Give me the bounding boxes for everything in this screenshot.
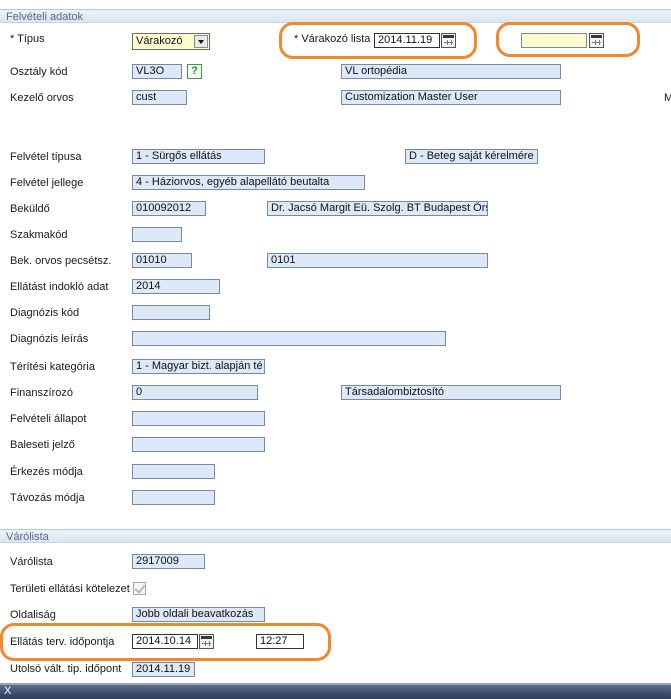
baleseti-jelzo-label: Baleseti jelző — [10, 439, 75, 451]
bek-orvos-name-field[interactable]: 0101 — [267, 253, 488, 268]
kezelo-orvos-code-field[interactable]: cust — [132, 90, 187, 105]
felvetel-tipusa-label: Felvétel típusa — [10, 151, 82, 163]
highlight-ellatas-terv — [0, 623, 331, 661]
utolso-valt-field[interactable]: 2014.11.19 — [132, 662, 195, 677]
felveteli-allapot-field[interactable] — [132, 411, 265, 426]
diagnozis-leiras-field[interactable] — [132, 331, 446, 346]
felvetel-jellege-label: Felvétel jellege — [10, 177, 84, 189]
teritesi-kategoria-label: Térítési kategória — [10, 361, 95, 373]
felveteli-allapot-label: Felvételi állapot — [10, 413, 87, 425]
bekuldo-code-field[interactable]: 010092012 — [132, 201, 206, 216]
utolso-valt-label: Utolsó vált. tip. időpont — [10, 663, 122, 675]
ellatast-indoklo-label: Ellátást indokló adat — [10, 281, 109, 293]
bek-orvos-code-field[interactable]: 01010 — [132, 253, 192, 268]
felvetel-tipusa-field[interactable]: 1 - Sürgős ellátás — [132, 149, 265, 164]
section-header-felveteli-adatok: Felvételi adatok — [0, 9, 671, 23]
felvetel-jellege-field[interactable]: 4 - Háziorvos, egyéb alapellátó beutalta — [132, 175, 365, 190]
tavozas-modja-label: Távozás módja — [10, 492, 85, 504]
szakmakod-label: Szakmakód — [10, 229, 68, 241]
help-icon[interactable]: ? — [187, 64, 202, 79]
osztaly-kod-field[interactable]: VL3O — [132, 64, 182, 79]
felvetel-tipusa-secondary-field[interactable]: D - Beteg saját kérelmére - — [405, 149, 538, 164]
osztaly-nev-field[interactable]: VL ortopédia — [341, 64, 561, 79]
kezelo-orvos-extra-label: M — [664, 92, 671, 104]
highlight-varakozo-lista-to — [496, 22, 640, 57]
tipus-value: Várakozó — [136, 35, 183, 47]
ellatast-indoklo-field[interactable]: 2014 — [132, 279, 220, 294]
diagnozis-leiras-label: Diagnózis leírás — [10, 333, 89, 345]
bekuldo-name-field[interactable]: Dr. Jacsó Margit Eü. Szolg. BT Budapest … — [267, 201, 488, 216]
kezelo-orvos-name-field[interactable]: Customization Master User — [341, 90, 561, 105]
erkezes-modja-label: Érkezés módja — [10, 466, 83, 478]
chevron-down-icon[interactable] — [194, 35, 208, 48]
finanszirozo-code-field[interactable]: 0 — [132, 385, 258, 400]
osztaly-kod-label: Osztály kód — [10, 66, 68, 78]
bekuldo-label: Beküldő — [10, 203, 50, 215]
teritesi-kategoria-field[interactable]: 1 - Magyar bizt. alapján té — [132, 359, 265, 374]
varolista-field[interactable]: 2917009 — [132, 554, 205, 569]
erkezes-modja-field[interactable] — [132, 464, 215, 479]
tavozas-modja-field[interactable] — [132, 490, 215, 505]
oldalisag-label: Oldaliság — [10, 609, 56, 621]
teruleti-ellatasi-checkbox[interactable] — [133, 582, 146, 595]
finanszirozo-name-field[interactable]: Társadalombiztosító — [341, 385, 561, 400]
diagnozis-kod-field[interactable] — [132, 305, 210, 320]
bottom-toolbar: X — [0, 683, 671, 699]
oldalisag-field[interactable]: Jobb oldali beavatkozás — [132, 607, 265, 622]
finanszirozo-label: Finanszírozó — [10, 387, 73, 399]
tipus-label: * Típus — [10, 33, 45, 45]
section-header-varolista: Várólista — [0, 529, 671, 543]
varolista-label: Várólista — [10, 556, 53, 568]
tipus-select[interactable]: Várakozó — [132, 33, 210, 50]
diagnozis-kod-label: Diagnózis kód — [10, 307, 80, 319]
bek-orvos-label: Bek. orvos pecsétsz. — [10, 255, 112, 267]
szakmakod-field[interactable] — [132, 227, 182, 242]
highlight-varakozo-lista — [279, 22, 477, 59]
kezelo-orvos-label: Kezelő orvos — [10, 92, 74, 104]
teruleti-ellatasi-label: Területi ellátási kötelezet — [10, 583, 130, 595]
footer-text: X — [4, 685, 12, 697]
baleseti-jelzo-field[interactable] — [132, 437, 265, 452]
